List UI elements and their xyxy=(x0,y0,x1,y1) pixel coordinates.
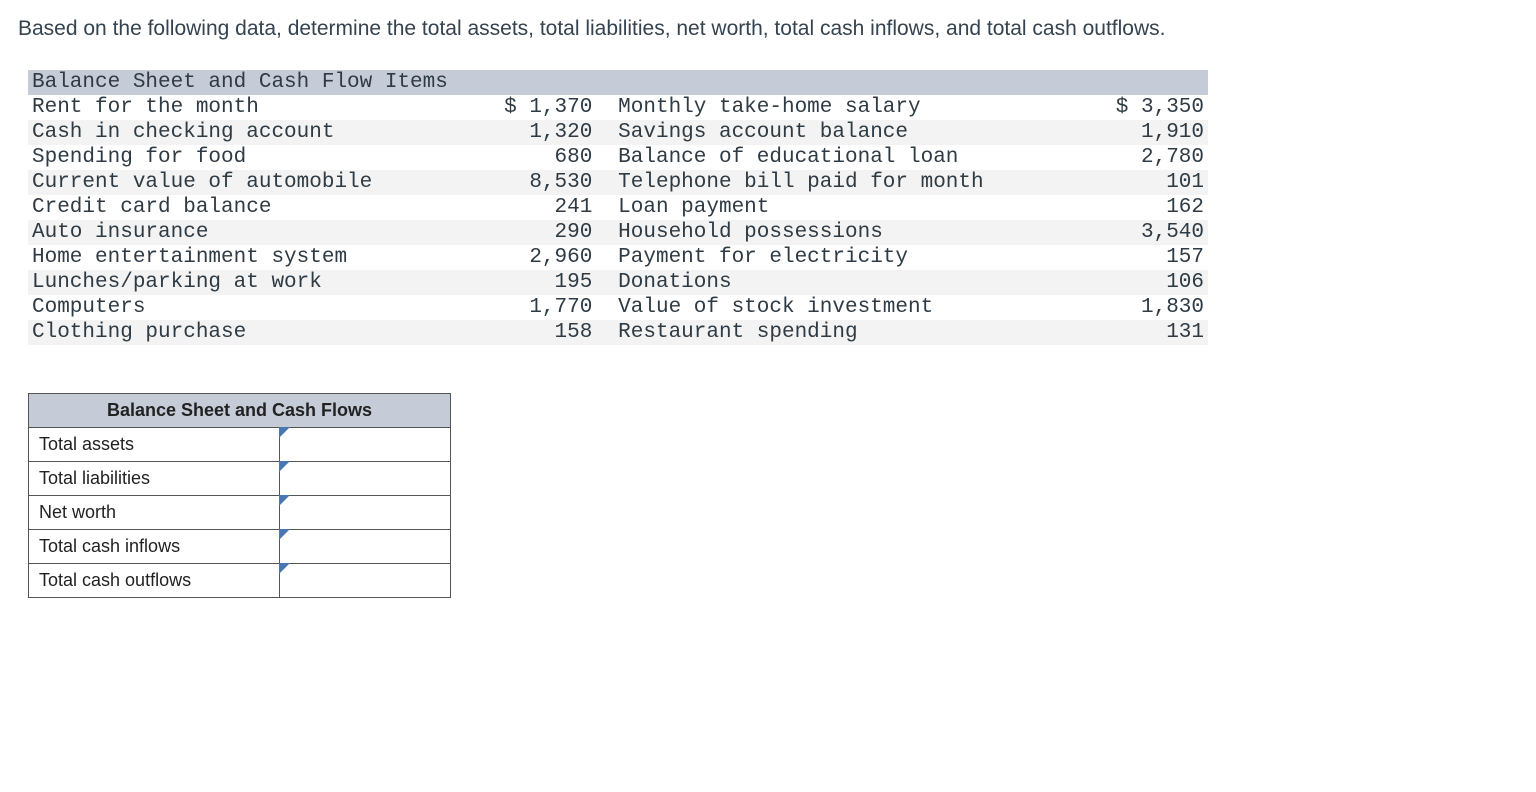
answer-input[interactable] xyxy=(280,464,450,494)
answer-label: Net worth xyxy=(29,496,280,530)
question-text: Based on the following data, determine t… xyxy=(18,14,1518,44)
answer-label: Total cash outflows xyxy=(29,564,280,598)
answer-input[interactable] xyxy=(280,532,450,562)
gap xyxy=(596,95,614,120)
data-right-value: 101 xyxy=(1083,170,1208,195)
data-right-value: 2,780 xyxy=(1083,145,1208,170)
gap xyxy=(596,320,614,345)
data-row: Lunches/parking at work195 Donations106 xyxy=(28,270,1208,295)
data-left-label: Computers xyxy=(28,295,471,320)
gap xyxy=(596,120,614,145)
answer-input[interactable] xyxy=(280,498,450,528)
data-left-value: 195 xyxy=(471,270,596,295)
data-left-value: 2,960 xyxy=(471,245,596,270)
answer-input-cell[interactable] xyxy=(280,462,451,496)
input-marker-icon xyxy=(279,461,290,472)
data-left-value: 290 xyxy=(471,220,596,245)
data-right-value: 1,910 xyxy=(1083,120,1208,145)
answer-input-cell[interactable] xyxy=(280,530,451,564)
answer-table: Balance Sheet and Cash Flows Total asset… xyxy=(28,393,451,598)
gap xyxy=(596,295,614,320)
data-left-label: Spending for food xyxy=(28,145,471,170)
data-left-label: Lunches/parking at work xyxy=(28,270,471,295)
data-row: Auto insurance290 Household possessions3,… xyxy=(28,220,1208,245)
gap xyxy=(596,245,614,270)
answer-table-header-row: Balance Sheet and Cash Flows xyxy=(29,394,451,428)
answer-row: Total assets xyxy=(29,428,451,462)
data-right-label: Telephone bill paid for month xyxy=(614,170,1083,195)
data-right-label: Value of stock investment xyxy=(614,295,1083,320)
data-right-label: Donations xyxy=(614,270,1083,295)
data-left-label: Auto insurance xyxy=(28,220,471,245)
data-left-label: Credit card balance xyxy=(28,195,471,220)
answer-row: Net worth xyxy=(29,496,451,530)
data-left-label: Current value of automobile xyxy=(28,170,471,195)
data-table-header-row: Balance Sheet and Cash Flow Items xyxy=(28,70,1208,95)
data-right-value: 131 xyxy=(1083,320,1208,345)
data-row: Current value of automobile8,530 Telephon… xyxy=(28,170,1208,195)
data-left-value: 241 xyxy=(471,195,596,220)
answer-label: Total assets xyxy=(29,428,280,462)
data-row: Home entertainment system2,960 Payment fo… xyxy=(28,245,1208,270)
data-row: Rent for the month$ 1,370 Monthly take-ho… xyxy=(28,95,1208,120)
gap xyxy=(596,195,614,220)
answer-input[interactable] xyxy=(280,566,450,596)
data-left-label: Clothing purchase xyxy=(28,320,471,345)
data-right-label: Savings account balance xyxy=(614,120,1083,145)
answer-input-cell[interactable] xyxy=(280,564,451,598)
data-right-label: Monthly take-home salary xyxy=(614,95,1083,120)
data-right-label: Restaurant spending xyxy=(614,320,1083,345)
data-right-value: 3,540 xyxy=(1083,220,1208,245)
answer-input[interactable] xyxy=(280,430,450,460)
answer-input-cell[interactable] xyxy=(280,428,451,462)
input-marker-icon xyxy=(279,427,290,438)
data-right-label: Balance of educational loan xyxy=(614,145,1083,170)
answer-row: Total liabilities xyxy=(29,462,451,496)
gap xyxy=(596,170,614,195)
gap xyxy=(596,270,614,295)
balance-sheet-data-table: Balance Sheet and Cash Flow Items Rent f… xyxy=(28,70,1208,345)
data-right-label: Loan payment xyxy=(614,195,1083,220)
data-right-value: 106 xyxy=(1083,270,1208,295)
data-right-label: Payment for electricity xyxy=(614,245,1083,270)
data-right-value: $ 3,350 xyxy=(1083,95,1208,120)
data-right-value: 1,830 xyxy=(1083,295,1208,320)
data-left-label: Rent for the month xyxy=(28,95,471,120)
data-row: Spending for food680 Balance of education… xyxy=(28,145,1208,170)
answer-row: Total cash outflows xyxy=(29,564,451,598)
answer-label: Total cash inflows xyxy=(29,530,280,564)
answer-label: Total liabilities xyxy=(29,462,280,496)
data-left-value: 158 xyxy=(471,320,596,345)
data-left-value: 680 xyxy=(471,145,596,170)
answer-input-cell[interactable] xyxy=(280,496,451,530)
data-left-value: 8,530 xyxy=(471,170,596,195)
data-row: Credit card balance241 Loan payment162 xyxy=(28,195,1208,220)
data-left-value: 1,320 xyxy=(471,120,596,145)
data-right-value: 162 xyxy=(1083,195,1208,220)
gap xyxy=(596,145,614,170)
data-table-header: Balance Sheet and Cash Flow Items xyxy=(28,70,1208,95)
data-row: Clothing purchase158 Restaurant spending1… xyxy=(28,320,1208,345)
answer-row: Total cash inflows xyxy=(29,530,451,564)
data-right-label: Household possessions xyxy=(614,220,1083,245)
answer-table-header: Balance Sheet and Cash Flows xyxy=(29,394,451,428)
input-marker-icon xyxy=(279,529,290,540)
data-left-value: 1,770 xyxy=(471,295,596,320)
data-row: Cash in checking account1,320 Savings acc… xyxy=(28,120,1208,145)
data-right-value: 157 xyxy=(1083,245,1208,270)
data-left-label: Cash in checking account xyxy=(28,120,471,145)
data-left-label: Home entertainment system xyxy=(28,245,471,270)
data-row: Computers1,770 Value of stock investment1… xyxy=(28,295,1208,320)
gap xyxy=(596,220,614,245)
input-marker-icon xyxy=(279,563,290,574)
input-marker-icon xyxy=(279,495,290,506)
data-left-value: $ 1,370 xyxy=(471,95,596,120)
